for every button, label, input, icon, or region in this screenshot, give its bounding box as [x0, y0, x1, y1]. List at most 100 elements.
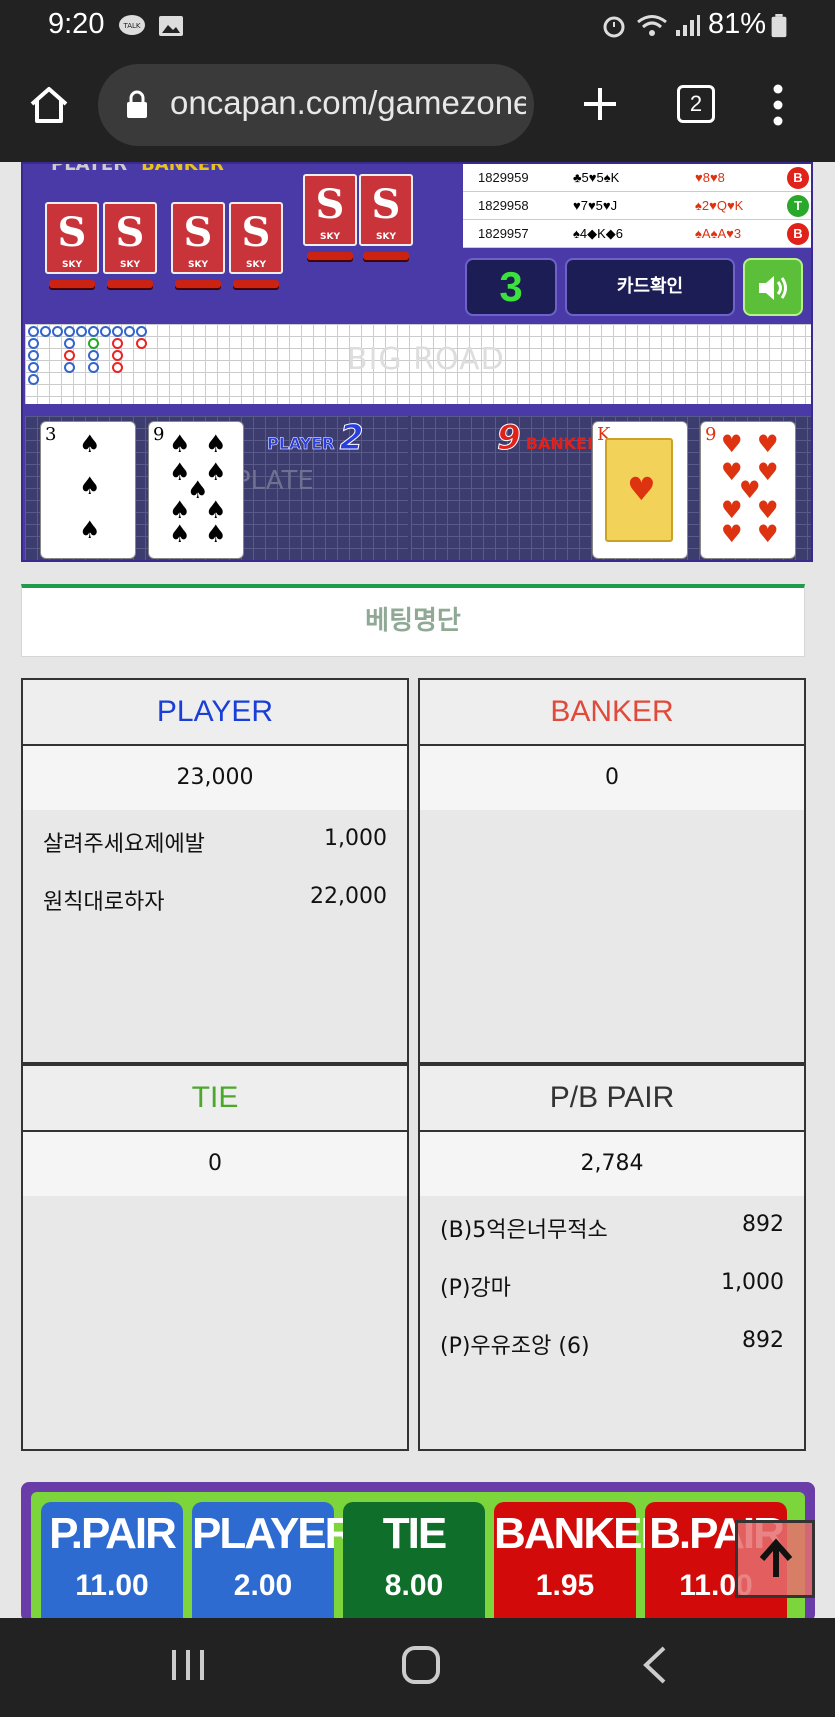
big-road-marker	[100, 326, 111, 337]
big-road-marker	[112, 362, 123, 373]
deck-card-symbol: S	[315, 181, 345, 228]
deck-card-label: SKY	[188, 260, 208, 270]
baccarat-game-screen: PLAYER BANKER S SKY S SKY S SKY S SKY S SKY S SKY 18…	[21, 162, 813, 562]
bet-button-player[interactable]: PLAYER 2.00	[192, 1502, 356, 1632]
deck-card-symbol: S	[241, 209, 271, 256]
scroll-to-top-button[interactable]	[735, 1520, 815, 1598]
bet-button-odds: 1.95	[535, 1569, 595, 1602]
card-check-button[interactable]: 카드확인	[565, 258, 735, 316]
home-icon[interactable]	[28, 84, 70, 126]
back-icon[interactable]	[640, 1644, 670, 1686]
history-result-badge: T	[787, 195, 809, 217]
bet-button-odds: 11.00	[75, 1569, 149, 1602]
player-bet-panel: PLAYER 23,000 살려주세요제에발 1,000 원칙대로하자 22,000	[21, 678, 409, 1064]
gallery-icon	[159, 16, 183, 36]
banker-card-pip: ♥	[721, 520, 743, 548]
round-counter: 3	[465, 258, 557, 316]
bet-row: (P)우유조앙 (6) 892	[420, 1312, 804, 1370]
bet-row: 살려주세요제에발 1,000	[23, 810, 407, 868]
player-card: 9 ♠ ♠ ♠ ♠ ♠ ♠ ♠ ♠ ♠	[149, 422, 243, 558]
player-card-pip: ♠	[205, 520, 227, 548]
tie-panel-title: TIE	[191, 1081, 239, 1114]
recent-apps-icon[interactable]	[170, 1646, 206, 1684]
big-road-marker	[28, 338, 39, 349]
system-nav-bar	[0, 1618, 835, 1717]
big-road-marker	[76, 326, 87, 337]
banker-panel-title: BANKER	[550, 695, 674, 728]
betting-list-title-text: 베팅명단	[365, 606, 461, 636]
bet-button-banker[interactable]: BANKER 1.95	[494, 1502, 672, 1632]
deck-card: S SKY	[103, 202, 157, 274]
bet-row: (P)강마 1,000	[420, 1254, 804, 1312]
history-player-cards: ♣5♥5♠K	[573, 170, 620, 185]
more-menu-icon[interactable]	[768, 82, 788, 128]
big-road-grid: BIG ROAD	[25, 324, 811, 404]
big-road-marker	[88, 350, 99, 361]
player-panel-title: PLAYER	[156, 695, 274, 728]
deck-card: S SKY	[171, 202, 225, 274]
history-banker-cards: ♠2♥Q♥K	[695, 198, 744, 213]
big-road-marker	[64, 338, 75, 349]
big-road-marker	[52, 326, 63, 337]
deck-card-label: SKY	[120, 260, 140, 270]
tie-bet-panel: TIE 0	[21, 1064, 409, 1451]
bet-button-odds: 2.00	[233, 1569, 293, 1602]
url-bar[interactable]: oncapan.com/gamezone	[98, 64, 534, 146]
tab-switcher-button[interactable]: 2	[677, 85, 715, 123]
deck-card-label: SKY	[376, 232, 396, 242]
home-nav-icon[interactable]	[400, 1644, 442, 1686]
big-road-marker	[28, 362, 39, 373]
player-card: 3 ♠ ♠ ♠	[41, 422, 135, 558]
big-road-marker	[112, 338, 123, 349]
bettor-name: 살려주세요제에발	[43, 832, 205, 857]
bet-button-odds: 8.00	[384, 1569, 444, 1602]
big-road-marker	[88, 338, 99, 349]
banker-card-pip: ♥	[721, 496, 743, 524]
history-result-badge: B	[787, 223, 809, 245]
bet-button-tie[interactable]: TIE 8.00	[343, 1502, 485, 1632]
new-tab-icon[interactable]	[580, 84, 620, 124]
pair-panel-total: 2,784	[420, 1132, 804, 1196]
player-card-pip: ♠	[169, 520, 191, 548]
bet-amount: 1,000	[721, 1270, 784, 1295]
counter-value: 3	[499, 263, 523, 310]
talk-icon: TALK	[119, 15, 145, 35]
history-player-cards: ♠4◆K◆6	[573, 226, 624, 241]
deck-card: S SKY	[303, 174, 357, 246]
deck-card-slot	[49, 280, 95, 288]
history-row: 1829958 ♥7♥5♥J ♠2♥Q♥K T	[463, 192, 811, 220]
banker-score-box: 9 BANKER	[497, 418, 600, 459]
bet-button-p-pair[interactable]: P.PAIR 11.00	[41, 1502, 183, 1632]
big-road-marker	[112, 326, 123, 337]
big-road-marker	[124, 326, 135, 337]
wifi-icon	[637, 15, 667, 36]
speaker-icon	[759, 276, 787, 300]
banker-card-face: ♥	[605, 438, 673, 542]
player-card-pip: ♠	[205, 430, 227, 458]
banker-card-pip: ♥	[721, 430, 743, 458]
bet-amount: 892	[742, 1328, 784, 1353]
bet-button-label: P.PAIR	[49, 1509, 177, 1558]
browser-toolbar: oncapan.com/gamezone 2	[0, 52, 835, 162]
deck-card-slot	[363, 252, 409, 260]
battery-icon	[771, 14, 787, 38]
banker-card-pip: ♥	[757, 496, 779, 524]
player-card-pip: ♠	[79, 516, 101, 544]
player-card-rank: 3	[45, 424, 57, 445]
banker-panel-header: BANKER	[420, 680, 804, 746]
banker-bet-panel: BANKER 0	[418, 678, 806, 1064]
signal-icon	[676, 15, 700, 36]
player-card-pip: ♠	[79, 472, 101, 500]
history-row: 1829957 ♠4◆K◆6 ♠A♠A♥3 B	[463, 220, 811, 248]
bet-row: 원칙대로하자 22,000	[23, 868, 407, 926]
player-score: 2	[339, 418, 364, 459]
card-table: PLATE PLAYER 2 9 BANKER 3 ♠ ♠ ♠ 9 ♠ ♠ ♠ ♠ ♠ ♠ ♠ ♠ ♠ K ♥…	[25, 416, 811, 560]
pair-bet-panel: P/B PAIR 2,784 (B)5억은너무적소 892 (P)강마 1,000 (P…	[418, 1064, 806, 1451]
deck-card-symbol: S	[371, 181, 401, 228]
pair-panel-header: P/B PAIR	[420, 1066, 804, 1132]
big-road-marker	[136, 326, 147, 337]
bet-button-label: BANKER	[494, 1509, 672, 1558]
banker-card: K ♥	[593, 422, 687, 558]
sound-toggle-button[interactable]	[743, 258, 803, 316]
big-road-marker	[28, 350, 39, 361]
